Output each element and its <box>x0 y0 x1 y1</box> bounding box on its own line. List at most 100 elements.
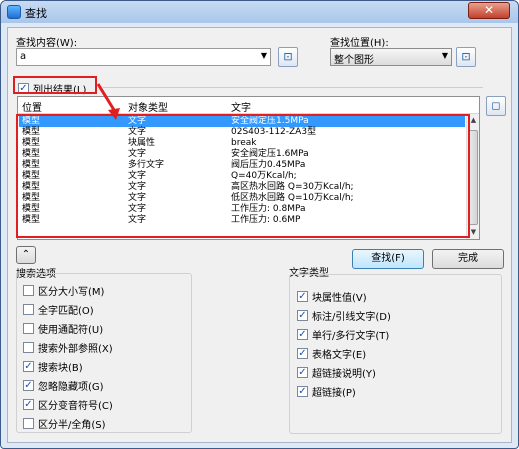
table-row[interactable]: 模型 文字 工作压力: 0.8MPa <box>19 204 465 215</box>
table-row[interactable]: 模型 块属性 break <box>19 138 465 149</box>
search-option-label: 区分大小写(M) <box>38 287 105 298</box>
text-type-checkbox[interactable]: ✓ 表格文字(E) <box>297 346 366 361</box>
checkbox-icon[interactable] <box>23 342 34 353</box>
checkbox-icon[interactable] <box>23 323 34 334</box>
cell-location: 模型 <box>22 160 41 170</box>
list-results-label: 列出结果(L) <box>33 85 87 96</box>
text-type-checkbox[interactable]: ✓ 超链接说明(Y) <box>297 365 376 380</box>
cell-text: 02S403-112-ZA3型 <box>231 127 317 137</box>
list-results-checkbox[interactable]: ✓ 列出结果(L) <box>18 81 86 96</box>
chevron-down-icon[interactable]: ▼ <box>261 51 267 60</box>
checkbox-icon[interactable] <box>23 418 34 429</box>
checkbox-icon[interactable]: ✓ <box>297 310 308 321</box>
text-type-checkbox[interactable]: ✓ 标注/引线文字(D) <box>297 308 391 323</box>
column-header-text[interactable]: 文字 <box>231 99 251 114</box>
search-option-label: 区分半/全角(S) <box>38 420 106 431</box>
text-type-label: 超链接(P) <box>312 388 356 399</box>
done-button[interactable]: 完成 <box>432 249 504 269</box>
cell-object-type: 文字 <box>128 204 147 214</box>
scrollbar-thumb[interactable] <box>468 130 478 225</box>
checkbox-icon[interactable] <box>23 285 34 296</box>
cell-object-type: 文字 <box>128 215 147 225</box>
cell-location: 模型 <box>22 215 41 225</box>
cell-location: 模型 <box>22 127 41 137</box>
cell-text: Q=40万Kcal/h; <box>231 171 297 181</box>
cell-location: 模型 <box>22 116 41 126</box>
table-row[interactable]: 模型 多行文字 阀后压力0.45MPa <box>19 160 465 171</box>
results-table[interactable]: 位置 对象类型 文字 模型 文字 安全阀定压1.5MPa 模型 文字 02S403-112… <box>17 96 480 240</box>
column-header-location[interactable]: 位置 <box>22 99 42 114</box>
cell-text: break <box>231 138 257 148</box>
checkbox-icon[interactable]: ✓ <box>18 83 29 94</box>
text-type-checkbox[interactable]: ✓ 块属性值(V) <box>297 289 367 304</box>
search-option-checkbox[interactable]: 使用通配符(U) <box>23 321 103 336</box>
vertical-scrollbar[interactable]: ▲ ▼ <box>466 114 479 239</box>
search-option-label: 全字匹配(O) <box>38 306 94 317</box>
search-option-label: 搜索外部参照(X) <box>38 344 113 355</box>
table-header: 位置 对象类型 文字 <box>18 97 479 114</box>
text-type-checkbox[interactable]: ✓ 单行/多行文字(T) <box>297 327 389 342</box>
find-what-value: a <box>20 51 27 62</box>
search-option-checkbox[interactable]: ✓ 忽略隐藏项(G) <box>23 378 104 393</box>
title-bar[interactable]: 查找 ✕ <box>1 1 518 23</box>
table-row[interactable]: 模型 文字 Q=40万Kcal/h; <box>19 171 465 182</box>
table-row[interactable]: 模型 文字 02S403-112-ZA3型 <box>19 127 465 138</box>
table-row[interactable]: 模型 文字 安全阀定压1.5MPa <box>19 116 465 127</box>
app-icon <box>7 5 21 19</box>
checkbox-icon[interactable]: ✓ <box>297 348 308 359</box>
checkbox-icon[interactable]: ✓ <box>23 361 34 372</box>
text-type-checkbox[interactable]: ✓ 超链接(P) <box>297 384 356 399</box>
search-option-label: 忽略隐藏项(G) <box>38 382 104 393</box>
select-objects-icon[interactable]: ⊡ <box>278 47 298 67</box>
close-button[interactable]: ✕ <box>468 2 510 19</box>
cell-object-type: 多行文字 <box>128 160 165 170</box>
cell-text: 低区热水回路 Q=10万Kcal/h; <box>231 193 354 203</box>
find-what-combobox[interactable]: a ▼ <box>16 48 271 66</box>
text-type-label: 标注/引线文字(D) <box>312 312 391 323</box>
cell-object-type: 文字 <box>128 182 147 192</box>
cell-location: 模型 <box>22 171 41 181</box>
cell-text: 安全阀定压1.5MPa <box>231 116 309 126</box>
scroll-up-icon[interactable]: ▲ <box>467 114 479 127</box>
search-option-checkbox[interactable]: 区分大小写(M) <box>23 283 104 298</box>
find-button[interactable]: 查找(F) <box>352 249 424 269</box>
cell-object-type: 文字 <box>128 116 147 126</box>
cell-location: 模型 <box>22 182 41 192</box>
checkbox-icon[interactable] <box>23 304 34 315</box>
cell-object-type: 文字 <box>128 149 147 159</box>
scroll-down-icon[interactable]: ▼ <box>467 226 479 239</box>
column-header-object-type[interactable]: 对象类型 <box>128 99 168 114</box>
checkbox-icon[interactable]: ✓ <box>297 386 308 397</box>
red-arrow-icon <box>96 83 120 120</box>
text-type-label: 块属性值(V) <box>312 293 367 304</box>
checkbox-icon[interactable]: ✓ <box>297 291 308 302</box>
search-option-label: 搜索块(B) <box>38 363 83 374</box>
cell-text: 安全阀定压1.6MPa <box>231 149 309 159</box>
cell-object-type: 文字 <box>128 171 147 181</box>
search-option-label: 使用通配符(U) <box>38 325 104 336</box>
find-what-label: 查找内容(W): <box>16 38 78 49</box>
checkbox-icon[interactable]: ✓ <box>23 380 34 391</box>
search-option-checkbox[interactable]: 区分半/全角(S) <box>23 416 106 431</box>
search-option-checkbox[interactable]: 搜索外部参照(X) <box>23 340 113 355</box>
chevron-down-icon[interactable]: ▼ <box>442 51 448 60</box>
table-row[interactable]: 模型 文字 安全阀定压1.6MPa <box>19 149 465 160</box>
checkbox-icon[interactable]: ✓ <box>23 399 34 410</box>
table-row[interactable]: 模型 文字 工作压力: 0.6MP <box>19 215 465 226</box>
search-option-checkbox[interactable]: ✓ 搜索块(B) <box>23 359 83 374</box>
checkbox-icon[interactable]: ✓ <box>297 329 308 340</box>
search-option-checkbox[interactable]: 全字匹配(O) <box>23 302 94 317</box>
select-area-icon[interactable]: ⊡ <box>456 47 476 67</box>
separator <box>103 87 483 88</box>
table-row[interactable]: 模型 文字 低区热水回路 Q=10万Kcal/h; <box>19 193 465 204</box>
search-option-checkbox[interactable]: ✓ 区分变音符号(C) <box>23 397 113 412</box>
collapse-button[interactable]: ⌃ <box>16 246 36 264</box>
text-type-label: 超链接说明(Y) <box>312 369 376 380</box>
find-where-label: 查找位置(H): <box>330 38 389 49</box>
zoom-to-object-icon[interactable]: ◻ <box>486 96 506 116</box>
table-row[interactable]: 模型 文字 高区热水回路 Q=30万Kcal/h; <box>19 182 465 193</box>
checkbox-icon[interactable]: ✓ <box>297 367 308 378</box>
cell-text: 工作压力: 0.8MPa <box>231 204 306 214</box>
cell-object-type: 文字 <box>128 193 147 203</box>
find-where-select[interactable]: 整个图形 ▼ <box>330 48 452 66</box>
